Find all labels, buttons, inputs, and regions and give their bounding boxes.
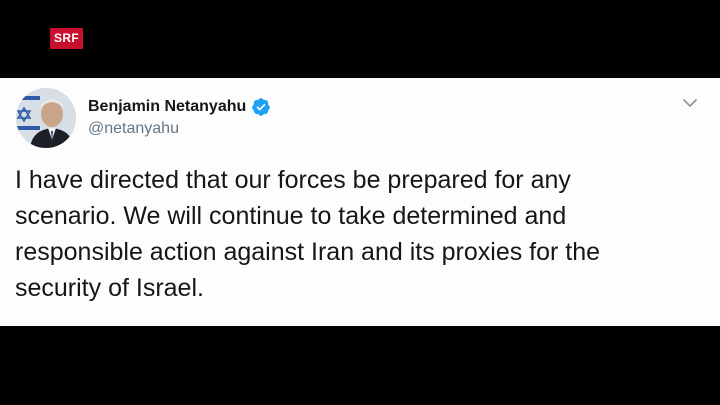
tweet-text-line: I have directed that our forces be prepa… (15, 166, 571, 194)
video-frame: SRF Benjamin Netanyahu @netanyahu I have… (0, 0, 720, 405)
author-name-row[interactable]: Benjamin Netanyahu (88, 96, 271, 118)
tweet-text: I have directed that our forces be prepa… (15, 162, 705, 306)
profile-photo-icon (16, 88, 76, 148)
tweet-text-line: scenario. We will continue to take deter… (15, 202, 567, 230)
author-display-name[interactable]: Benjamin Netanyahu (88, 98, 246, 116)
srf-logo: SRF (50, 28, 83, 49)
author-handle[interactable]: @netanyahu (88, 120, 179, 138)
verified-badge-icon (252, 98, 271, 116)
avatar[interactable] (16, 88, 76, 148)
tweet-card: Benjamin Netanyahu @netanyahu I have dir… (0, 78, 720, 326)
tweet-text-line: responsible action against Iran and its … (15, 238, 601, 266)
chevron-down-icon[interactable] (682, 97, 698, 109)
tweet-text-line: security of Israel. (15, 274, 204, 302)
